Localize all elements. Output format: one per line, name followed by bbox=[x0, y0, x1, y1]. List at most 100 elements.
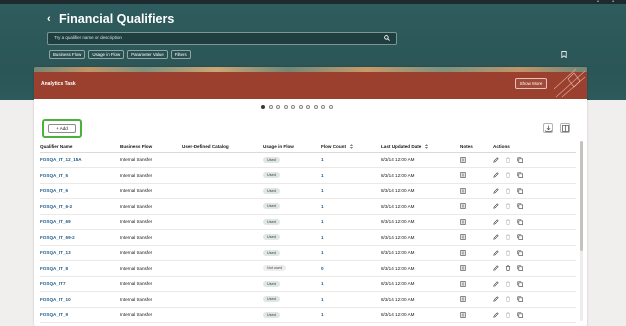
delete-icon[interactable] bbox=[505, 172, 511, 179]
delete-icon[interactable] bbox=[505, 250, 511, 256]
delete-icon[interactable] bbox=[505, 281, 511, 287]
delete-icon[interactable] bbox=[505, 296, 511, 303]
table-row[interactable]: FOSQA_IT_69-2 Internal transfer Used 1 8/3/1… bbox=[40, 229, 576, 246]
qualifier-name-link[interactable]: FOSQA_IT_9 bbox=[40, 307, 120, 323]
table-row[interactable]: FOSQA_IT_69 Internal transfer Used 1 8/3/14 … bbox=[40, 214, 576, 230]
flow-count-link[interactable]: 1 bbox=[321, 307, 381, 323]
column-header-flow-count[interactable]: Flow Count bbox=[321, 141, 381, 153]
edit-icon[interactable] bbox=[493, 296, 499, 302]
delete-icon[interactable] bbox=[505, 312, 511, 318]
qualifier-name-link[interactable]: FOSQA_IT_8 bbox=[40, 260, 120, 277]
note-icon[interactable] bbox=[460, 311, 466, 318]
delete-icon[interactable] bbox=[505, 157, 511, 163]
flow-count-link[interactable]: 1 bbox=[321, 214, 381, 230]
duplicate-icon[interactable] bbox=[517, 296, 523, 303]
duplicate-icon[interactable] bbox=[517, 250, 523, 256]
edit-icon[interactable] bbox=[493, 234, 499, 240]
edit-icon[interactable] bbox=[493, 188, 499, 194]
edit-icon[interactable] bbox=[493, 157, 499, 163]
note-icon[interactable] bbox=[460, 249, 466, 256]
column-header-qualifier-name[interactable]: Qualifier Name bbox=[40, 141, 120, 153]
flow-count-link[interactable]: 0 bbox=[321, 260, 381, 277]
column-header-business-flow[interactable]: Business Flow bbox=[120, 141, 182, 153]
delete-icon[interactable] bbox=[505, 219, 511, 225]
duplicate-icon[interactable] bbox=[517, 188, 523, 194]
edit-icon[interactable] bbox=[493, 219, 499, 225]
carousel-dot[interactable] bbox=[261, 105, 265, 109]
carousel-dot[interactable] bbox=[298, 105, 303, 109]
search-input[interactable]: Try a qualifier name or description bbox=[47, 32, 397, 45]
table-row[interactable]: FOSQA_IT_9 Internal transfer Used 1 8/3/14 1… bbox=[40, 307, 576, 323]
table-scrollbar[interactable] bbox=[580, 141, 583, 321]
table-row[interactable]: FOSQA_IT_6 Internal transfer Used 1 8/3/14 1… bbox=[40, 183, 576, 199]
carousel-dot[interactable] bbox=[306, 105, 310, 109]
carousel-dot[interactable] bbox=[276, 105, 280, 109]
qualifier-name-link[interactable]: FOSQA_IT_5 bbox=[40, 167, 120, 184]
qualifier-name-link[interactable]: FOSQA_IT_69-2 bbox=[40, 229, 120, 246]
sort-icon[interactable] bbox=[349, 144, 354, 149]
duplicate-icon[interactable] bbox=[517, 281, 523, 287]
flow-count-link[interactable]: 1 bbox=[321, 198, 381, 215]
delete-icon[interactable] bbox=[505, 234, 511, 241]
duplicate-icon[interactable] bbox=[517, 265, 523, 272]
table-row[interactable]: FOSQA_IT_13 Internal transfer Used 1 8/3/14 … bbox=[40, 245, 576, 261]
qualifier-name-link[interactable]: FOSQA_IT_10 bbox=[40, 291, 120, 308]
filter-chip-filters[interactable]: Filters bbox=[170, 50, 191, 59]
add-button[interactable]: + Add bbox=[48, 124, 76, 133]
filter-chip-usage-in-flow[interactable]: Usage in Flow bbox=[88, 50, 125, 59]
table-row[interactable]: FOSQA_IT_12_15A Internal transfer Used 1 8/3… bbox=[40, 152, 576, 168]
flow-count-link[interactable]: 1 bbox=[321, 276, 381, 292]
columns-button[interactable] bbox=[560, 123, 570, 133]
filter-chip-business-flow[interactable]: Business Flow bbox=[49, 50, 86, 59]
flow-count-link[interactable]: 1 bbox=[321, 152, 381, 168]
note-icon[interactable] bbox=[460, 187, 466, 194]
duplicate-icon[interactable] bbox=[517, 312, 523, 318]
note-icon[interactable] bbox=[460, 172, 466, 179]
flow-count-link[interactable]: 1 bbox=[321, 245, 381, 261]
note-icon[interactable] bbox=[460, 156, 466, 163]
edit-icon[interactable] bbox=[493, 265, 499, 271]
table-row[interactable]: FOSQA_IT_5 Internal transfer Used 1 8/3/14 1… bbox=[40, 167, 576, 184]
bookmark-icon[interactable] bbox=[561, 51, 567, 58]
flow-count-link[interactable]: 1 bbox=[321, 183, 381, 199]
note-icon[interactable] bbox=[460, 218, 466, 225]
carousel-dot[interactable] bbox=[328, 105, 333, 109]
flow-count-link[interactable]: 1 bbox=[321, 167, 381, 184]
duplicate-icon[interactable] bbox=[517, 172, 523, 179]
qualifier-name-link[interactable]: FOSQA_IT_12_15A bbox=[40, 152, 120, 168]
scrollbar-thumb[interactable] bbox=[580, 141, 583, 251]
duplicate-icon[interactable] bbox=[517, 219, 523, 225]
duplicate-icon[interactable] bbox=[517, 157, 523, 163]
sort-icon[interactable] bbox=[424, 144, 429, 149]
qualifier-name-link[interactable]: FOSQA_IT7 bbox=[40, 276, 120, 292]
qualifier-name-link[interactable]: FOSQA_IT_69 bbox=[40, 214, 120, 230]
column-header-user-defined-catalog[interactable]: User-Defined Catalog bbox=[182, 141, 263, 153]
column-header-usage-in-flow[interactable]: Usage in Flow bbox=[263, 141, 321, 153]
carousel-dot[interactable] bbox=[291, 105, 295, 109]
table-row[interactable]: FOSQA_IT_8 Internal transfer Not used 0 8/3/… bbox=[40, 260, 576, 277]
carousel-dot[interactable] bbox=[313, 105, 318, 109]
filter-chip-parameter-value[interactable]: Parameter Value bbox=[127, 50, 168, 59]
delete-icon[interactable] bbox=[505, 203, 511, 210]
edit-icon[interactable] bbox=[493, 203, 499, 209]
table-row[interactable]: FOSQA_IT_10 Internal transfer Used 1 8/3/14 … bbox=[40, 291, 576, 308]
duplicate-icon[interactable] bbox=[517, 234, 523, 241]
show-more-button[interactable]: Show More bbox=[515, 78, 547, 89]
qualifier-name-link[interactable]: FOSQA_IT_6 bbox=[40, 183, 120, 199]
note-icon[interactable] bbox=[460, 203, 466, 210]
edit-icon[interactable] bbox=[493, 281, 499, 287]
back-button[interactable]: ‹ bbox=[47, 13, 51, 25]
table-row[interactable]: FOSQA_IT_6-2 Internal transfer Used 1 8/3/14… bbox=[40, 198, 576, 215]
qualifier-name-link[interactable]: FOSQA_IT_13 bbox=[40, 245, 120, 261]
edit-icon[interactable] bbox=[493, 172, 499, 178]
edit-icon[interactable] bbox=[493, 250, 499, 256]
search-icon[interactable] bbox=[384, 35, 390, 41]
carousel-dot[interactable] bbox=[321, 105, 325, 109]
note-icon[interactable] bbox=[460, 296, 466, 303]
carousel-dot[interactable] bbox=[283, 105, 288, 109]
flow-count-link[interactable]: 1 bbox=[321, 291, 381, 308]
note-icon[interactable] bbox=[460, 280, 466, 287]
table-row[interactable]: FOSQA_IT7 Internal transfer Used 1 8/3/14 12… bbox=[40, 276, 576, 292]
duplicate-icon[interactable] bbox=[517, 203, 523, 210]
note-icon[interactable] bbox=[460, 265, 466, 272]
